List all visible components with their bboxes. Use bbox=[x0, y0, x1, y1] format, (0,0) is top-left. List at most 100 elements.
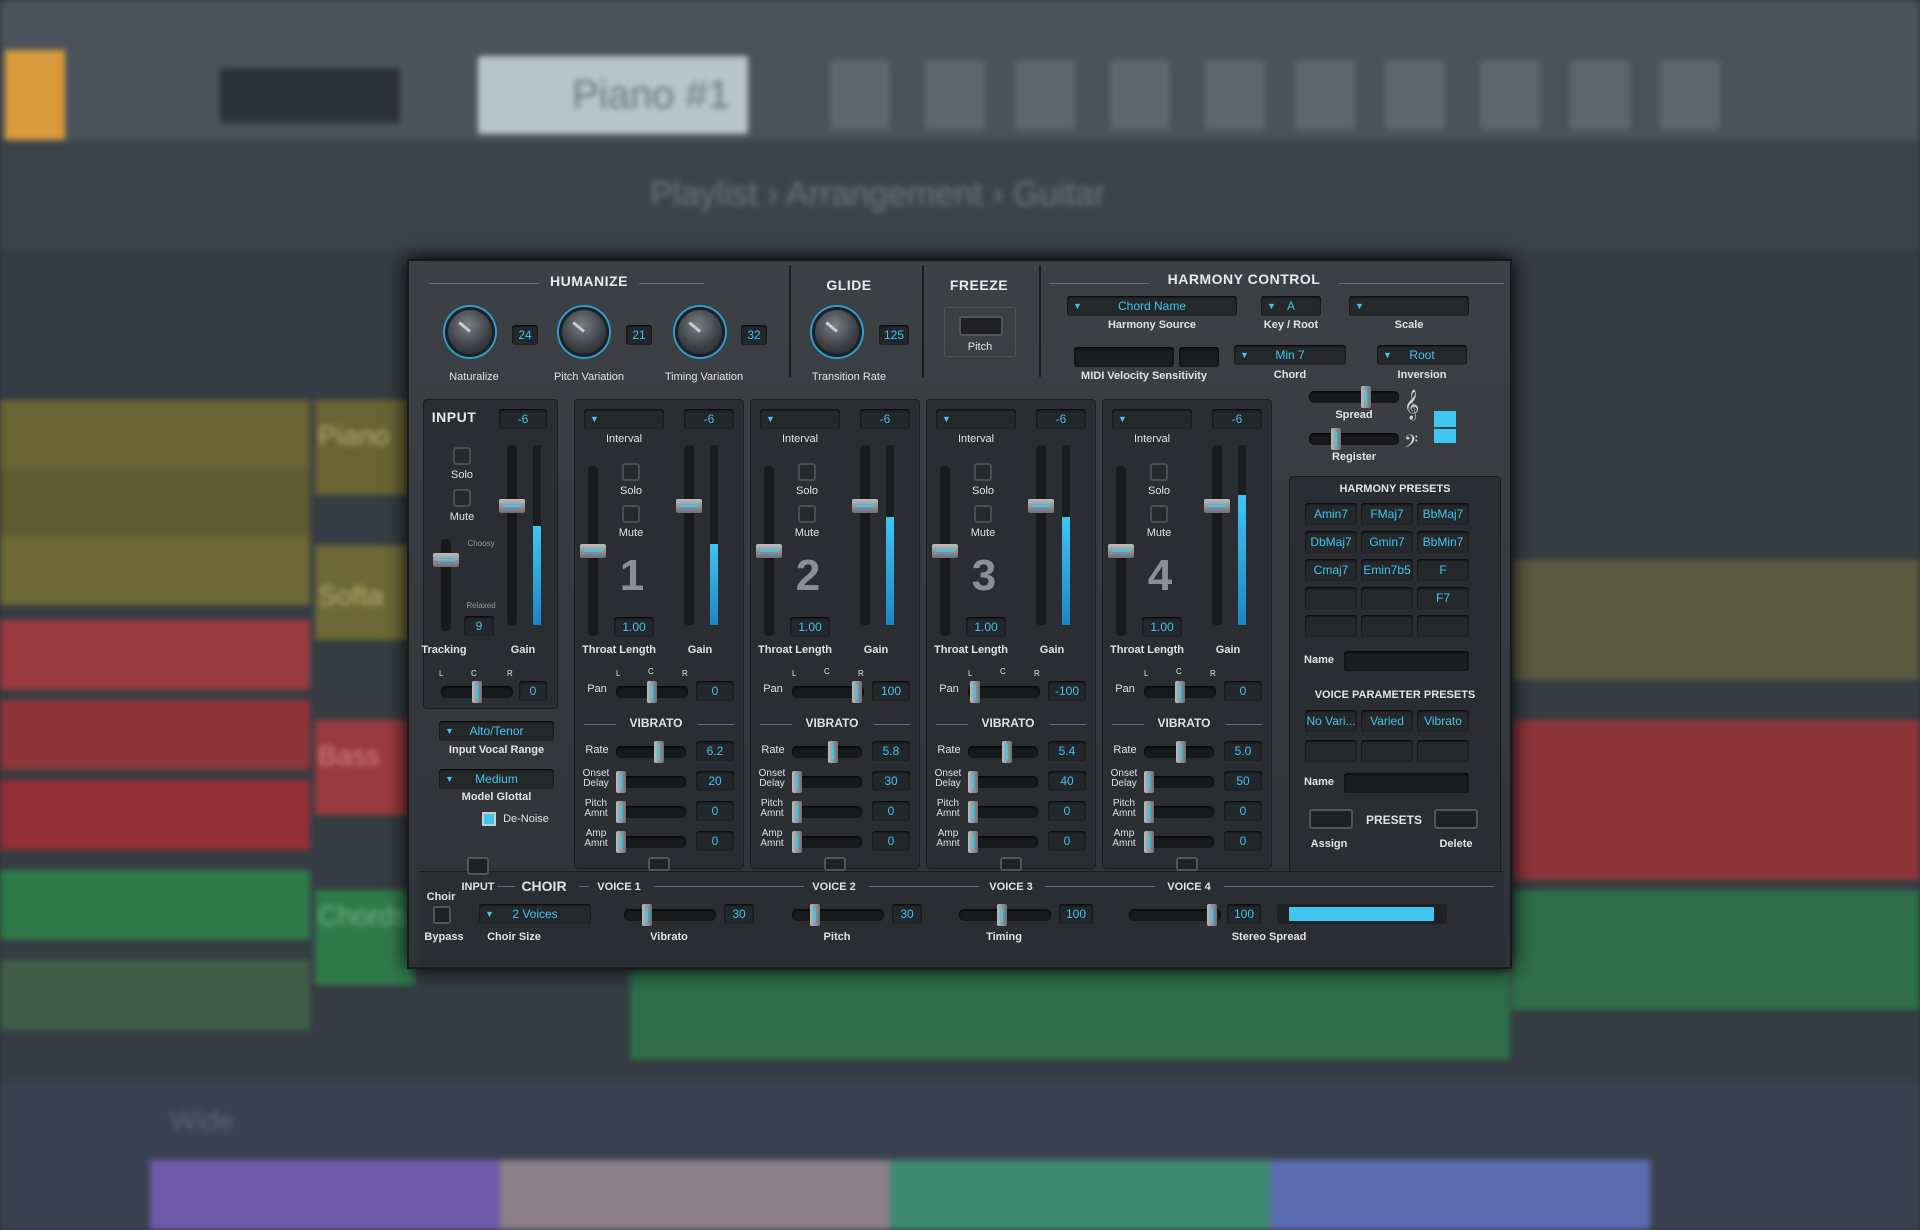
input-mute-button[interactable] bbox=[453, 489, 471, 507]
harmony-preset-slot[interactable]: DbMaj7 bbox=[1305, 531, 1357, 553]
timing-variation-knob[interactable] bbox=[675, 307, 725, 357]
voice-1-gain-fader[interactable] bbox=[676, 445, 702, 625]
voice-3-pan-slider[interactable] bbox=[968, 681, 1040, 703]
voice-1-choir-button[interactable] bbox=[648, 857, 670, 871]
voice-2-interval-dropdown[interactable]: ▼ bbox=[760, 409, 840, 429]
voice-4-throat-slider[interactable] bbox=[1108, 466, 1134, 636]
freeze-pitch-button[interactable] bbox=[959, 316, 1003, 336]
daw-tool-icon[interactable] bbox=[1480, 60, 1540, 130]
harmony-preset-slot[interactable] bbox=[1305, 615, 1357, 637]
daw-tool-icon[interactable] bbox=[1015, 60, 1075, 130]
voice-4-choir-button[interactable] bbox=[1176, 857, 1198, 871]
voice-3-choir-button[interactable] bbox=[1000, 857, 1022, 871]
voice-3-solo-button[interactable] bbox=[974, 463, 992, 481]
voice-2-pitch-amnt-slider[interactable] bbox=[792, 801, 862, 823]
voice-param-preset-slot[interactable]: No Vari... bbox=[1305, 710, 1357, 732]
choir-size-dropdown[interactable]: ▼ 2 Voices bbox=[479, 904, 591, 924]
daw-mode-select[interactable] bbox=[220, 68, 400, 123]
voice-4-onset-slider[interactable] bbox=[1144, 771, 1214, 793]
voice-param-preset-slot[interactable]: Vibrato bbox=[1417, 710, 1469, 732]
voice-4-gain-fader[interactable] bbox=[1204, 445, 1230, 625]
voice-2-pan-slider[interactable] bbox=[792, 681, 864, 703]
voice-4-interval-dropdown[interactable]: ▼ bbox=[1112, 409, 1192, 429]
voice-1-throat-slider[interactable] bbox=[580, 466, 606, 636]
harmony-presets-name-input[interactable] bbox=[1344, 651, 1469, 671]
voice-1-amp-amnt-slider[interactable] bbox=[616, 831, 686, 853]
harmony-preset-slot[interactable]: BbMaj7 bbox=[1417, 503, 1469, 525]
voice-4-rate-slider[interactable] bbox=[1144, 741, 1214, 763]
voice-1-onset-slider[interactable] bbox=[616, 771, 686, 793]
daw-tool-icon[interactable] bbox=[1205, 60, 1265, 130]
vocal-range-dropdown[interactable]: ▼ Alto/Tenor bbox=[439, 721, 554, 741]
pitch-variation-knob[interactable] bbox=[559, 307, 609, 357]
harmony-preset-slot[interactable]: Emin7b5 bbox=[1361, 559, 1413, 581]
voice-3-throat-slider[interactable] bbox=[932, 466, 958, 636]
midi-velocity-value[interactable] bbox=[1179, 347, 1219, 367]
spread-slider[interactable] bbox=[1309, 386, 1399, 408]
voice-2-solo-button[interactable] bbox=[798, 463, 816, 481]
voice-1-rate-slider[interactable] bbox=[616, 741, 686, 763]
voice-2-throat-slider[interactable] bbox=[756, 466, 782, 636]
denoise-checkbox[interactable] bbox=[482, 812, 496, 826]
voice-3-interval-dropdown[interactable]: ▼ bbox=[936, 409, 1016, 429]
choir-input-button[interactable] bbox=[467, 857, 489, 875]
preset-delete-button[interactable] bbox=[1434, 809, 1478, 829]
model-glottal-dropdown[interactable]: ▼ Medium bbox=[439, 769, 554, 789]
voice-4-pan-slider[interactable] bbox=[1144, 681, 1216, 703]
voice-3-onset-slider[interactable] bbox=[968, 771, 1038, 793]
harmony-preset-slot[interactable] bbox=[1361, 587, 1413, 609]
harmony-preset-slot[interactable]: F bbox=[1417, 559, 1469, 581]
daw-tool-icon[interactable] bbox=[1385, 60, 1445, 130]
voice-2-choir-button[interactable] bbox=[824, 857, 846, 871]
stereo-spread-slider[interactable] bbox=[1129, 904, 1221, 926]
voice-1-mute-button[interactable] bbox=[622, 505, 640, 523]
input-solo-button[interactable] bbox=[453, 447, 471, 465]
voice-4-solo-button[interactable] bbox=[1150, 463, 1168, 481]
voice-param-name-input[interactable] bbox=[1344, 773, 1469, 793]
choir-pitch-slider[interactable] bbox=[792, 904, 884, 926]
harmony-preset-slot[interactable]: BbMin7 bbox=[1417, 531, 1469, 553]
harmony-preset-slot[interactable]: F7 bbox=[1417, 587, 1469, 609]
harmony-preset-slot[interactable]: FMaj7 bbox=[1361, 503, 1413, 525]
key-root-dropdown[interactable]: ▼ A bbox=[1261, 296, 1321, 316]
chord-dropdown[interactable]: ▼ Min 7 bbox=[1234, 345, 1346, 365]
harmony-preset-slot[interactable] bbox=[1305, 587, 1357, 609]
voice-4-pitch-amnt-slider[interactable] bbox=[1144, 801, 1214, 823]
choir-bypass-button[interactable] bbox=[433, 906, 451, 924]
inversion-dropdown[interactable]: ▼ Root bbox=[1377, 345, 1467, 365]
harmony-source-dropdown[interactable]: ▼ Chord Name bbox=[1067, 296, 1237, 316]
voice-3-pitch-amnt-slider[interactable] bbox=[968, 801, 1038, 823]
transition-rate-knob[interactable] bbox=[812, 307, 862, 357]
input-pan-slider[interactable] bbox=[441, 681, 513, 703]
naturalize-knob[interactable] bbox=[445, 307, 495, 357]
voice-2-amp-amnt-slider[interactable] bbox=[792, 831, 862, 853]
voice-3-mute-button[interactable] bbox=[974, 505, 992, 523]
voice-2-mute-button[interactable] bbox=[798, 505, 816, 523]
daw-tool-icon[interactable] bbox=[1295, 60, 1355, 130]
voice-1-pan-slider[interactable] bbox=[616, 681, 688, 703]
voice-param-preset-slot[interactable] bbox=[1417, 740, 1469, 762]
voice-param-preset-slot[interactable]: Varied bbox=[1361, 710, 1413, 732]
voice-param-preset-slot[interactable] bbox=[1305, 740, 1357, 762]
voice-2-gain-fader[interactable] bbox=[852, 445, 878, 625]
daw-tool-icon[interactable] bbox=[1570, 60, 1630, 130]
voice-2-onset-slider[interactable] bbox=[792, 771, 862, 793]
daw-tool-icon[interactable] bbox=[925, 60, 985, 130]
voice-3-rate-slider[interactable] bbox=[968, 741, 1038, 763]
choir-timing-slider[interactable] bbox=[959, 904, 1051, 926]
voice-1-pitch-amnt-slider[interactable] bbox=[616, 801, 686, 823]
voice-1-interval-dropdown[interactable]: ▼ bbox=[584, 409, 664, 429]
daw-tool-icon[interactable] bbox=[1110, 60, 1170, 130]
daw-tool-icon[interactable] bbox=[1660, 60, 1720, 130]
voice-param-preset-slot[interactable] bbox=[1361, 740, 1413, 762]
voice-4-mute-button[interactable] bbox=[1150, 505, 1168, 523]
harmony-preset-slot[interactable] bbox=[1417, 615, 1469, 637]
daw-tool-icon[interactable] bbox=[830, 60, 890, 130]
voice-4-amp-amnt-slider[interactable] bbox=[1144, 831, 1214, 853]
voice-1-solo-button[interactable] bbox=[622, 463, 640, 481]
tracking-slider[interactable] bbox=[433, 539, 459, 631]
choir-vibrato-slider[interactable] bbox=[624, 904, 716, 926]
harmony-preset-slot[interactable]: Amin7 bbox=[1305, 503, 1357, 525]
voice-3-amp-amnt-slider[interactable] bbox=[968, 831, 1038, 853]
harmony-preset-slot[interactable]: Gmin7 bbox=[1361, 531, 1413, 553]
